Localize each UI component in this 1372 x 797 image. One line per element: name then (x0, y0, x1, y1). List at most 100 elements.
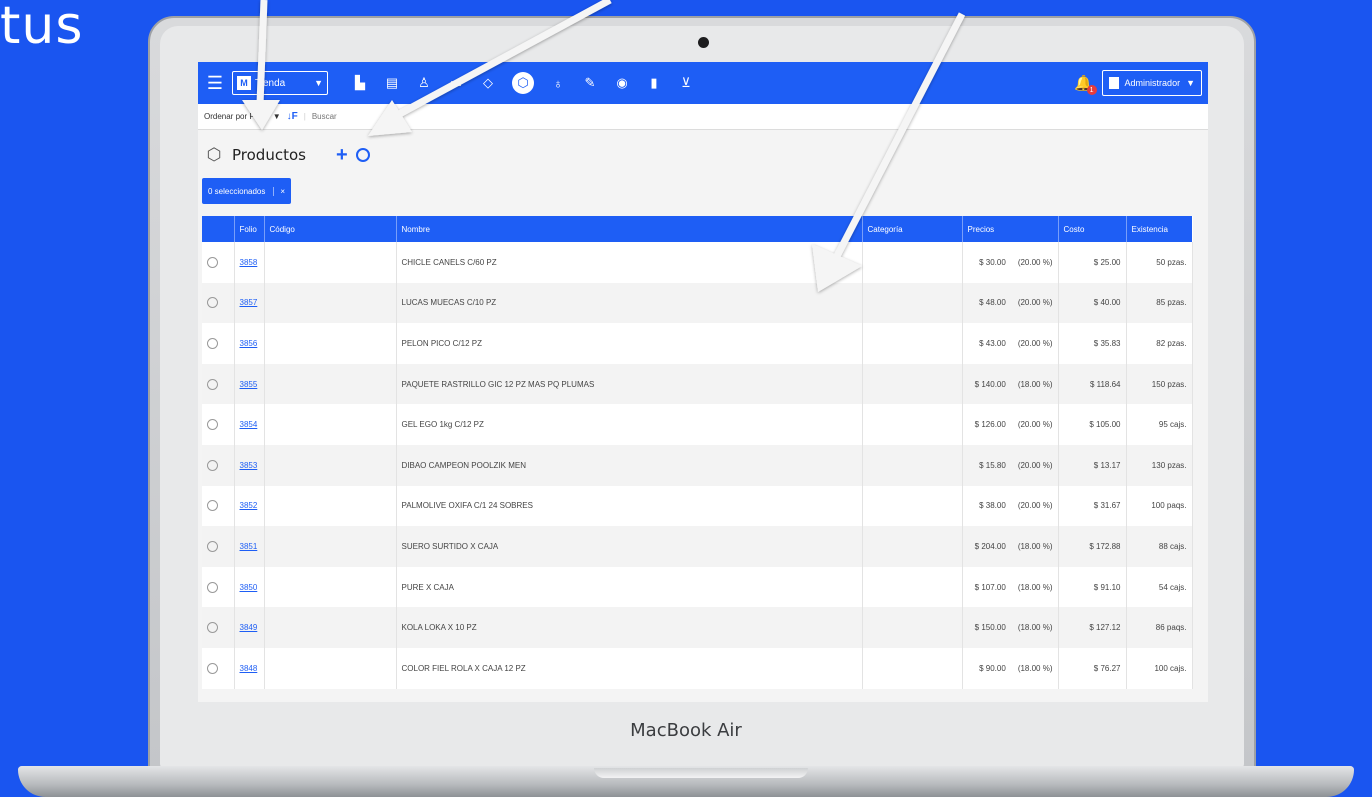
codigo-cell (264, 444, 397, 486)
globe-icon[interactable] (355, 148, 370, 162)
search-input[interactable] (311, 112, 1072, 121)
folio-link[interactable]: 3855 (240, 380, 258, 389)
table-row[interactable]: 3851 SUERO SURTIDO X CAJA $ 204.00 (18.00 %… (202, 526, 1193, 567)
folio-link[interactable]: 3856 (240, 339, 258, 348)
row-select-radio[interactable] (207, 337, 218, 349)
table-row[interactable]: 3852 PALMOLIVE OXIFA C/1 24 SOBRES $ 38.00… (202, 485, 1193, 527)
add-product-button[interactable]: + (336, 144, 348, 167)
folio-link[interactable]: 3849 (240, 623, 258, 632)
nombre-cell: KOLA LOKA X 10 PZ (396, 607, 863, 648)
row-select-radio[interactable] (207, 500, 218, 512)
folio-cell: 3855 (234, 363, 265, 405)
table-row[interactable]: 3855 PAQUETE RASTRILLO GIC 12 PZ MAS PQ P… (202, 363, 1193, 405)
row-select-radio[interactable] (207, 581, 218, 593)
filter-bar: Ordenar por Folio ▼ ↓F | (198, 104, 1208, 130)
folio-link[interactable]: 3851 (240, 542, 258, 551)
nombre-cell: GEL EGO 1kg C/12 PZ (396, 404, 863, 445)
folio-cell: 3848 (234, 647, 265, 689)
row-select-cell (202, 566, 235, 608)
row-select-radio[interactable] (207, 540, 218, 552)
clear-selection-icon[interactable]: × (273, 186, 285, 196)
codigo-cell (264, 566, 397, 608)
laptop-model-label: MacBook Air (630, 720, 742, 741)
folio-link[interactable]: 3853 (240, 461, 258, 470)
laptop-base-notch (594, 768, 808, 778)
bell-icon[interactable]: 🔔 1 (1074, 73, 1097, 95)
folio-link[interactable]: 3852 (240, 501, 258, 510)
column-header-precios[interactable]: Precios (962, 216, 1059, 242)
sort-select[interactable]: Ordenar por Folio (204, 112, 267, 121)
nombre-cell: LUCAS MUECAS C/10 PZ (396, 282, 863, 324)
cart-icon[interactable]: ⊻ (678, 75, 694, 91)
branch-select[interactable]: M Tienda ▼ (232, 71, 328, 95)
row-select-radio[interactable] (207, 256, 218, 268)
table-row[interactable]: 3849 KOLA LOKA X 10 PZ $ 150.00 (18.00 %) $ … (202, 607, 1193, 648)
row-select-cell (202, 323, 235, 364)
hamburger-menu-icon[interactable]: ☰ (204, 72, 226, 94)
corner-heading-fragment: tus (0, 0, 84, 56)
tag-icon[interactable]: ✎ (582, 75, 598, 91)
chevron-down-icon: ▼ (314, 78, 323, 88)
nombre-cell: DIBAO CAMPEON POOLZIK MEN (396, 444, 863, 486)
column-header-existencia[interactable]: Existencia (1126, 216, 1193, 242)
customer-icon[interactable]: ♙ (416, 75, 432, 91)
column-header-folio[interactable]: Folio (234, 216, 265, 242)
products-icon[interactable]: ⬡ (512, 72, 534, 94)
folio-link[interactable]: 3848 (240, 664, 258, 673)
folio-link[interactable]: 3857 (240, 298, 258, 307)
location-icon[interactable]: ◉ (614, 75, 630, 91)
margen-value: (20.00 %) (1017, 257, 1053, 267)
row-select-radio[interactable] (207, 662, 218, 674)
categoria-cell (862, 282, 963, 324)
row-select-cell (202, 404, 235, 445)
table-row[interactable]: 3856 PELON PICO C/12 PZ $ 43.00 (20.00 %) $ … (202, 323, 1193, 364)
folio-cell: 3850 (234, 566, 265, 608)
table-row[interactable]: 3858 CHICLE CANELS C/60 PZ $ 30.00 (20.00 %… (202, 242, 1193, 283)
table-row[interactable]: 3857 LUCAS MUECAS C/10 PZ $ 48.00 (20.00 %)… (202, 282, 1193, 324)
row-select-radio[interactable] (207, 459, 218, 471)
row-select-radio[interactable] (207, 378, 218, 390)
column-header-categoria[interactable]: Categoría (862, 216, 963, 242)
column-header-codigo[interactable]: Código (264, 216, 397, 242)
column-header-nombre[interactable]: Nombre (396, 216, 863, 242)
existencia-cell: 50 pzas. (1126, 242, 1193, 283)
codigo-cell (264, 607, 397, 648)
purchases-icon[interactable]: ◇ (480, 75, 496, 91)
folio-cell: 3851 (234, 526, 265, 567)
sort-direction-icon[interactable]: ↓F (287, 111, 298, 122)
precio-cell: $ 38.00 (20.00 %) (962, 485, 1059, 527)
costo-cell: $ 105.00 (1058, 404, 1127, 445)
categoria-cell (862, 485, 963, 527)
column-header-costo[interactable]: Costo (1058, 216, 1127, 242)
table-row[interactable]: 3853 DIBAO CAMPEON POOLZIK MEN $ 15.80 (20.… (202, 444, 1193, 486)
costo-cell: $ 91.10 (1058, 566, 1127, 608)
basket-icon[interactable]: ♁ (550, 75, 566, 91)
folio-link[interactable]: 3854 (240, 420, 258, 429)
costo-cell: $ 40.00 (1058, 282, 1127, 324)
bottle-icon[interactable]: ▮ (646, 75, 662, 91)
margen-value: (18.00 %) (1017, 582, 1053, 592)
row-select-cell (202, 526, 235, 567)
table-row[interactable]: 3848 COLOR FIEL ROLA X CAJA 12 PZ $ 90.00 (… (202, 647, 1193, 689)
user-menu[interactable]: Administrador ▼ (1101, 70, 1202, 96)
folio-link[interactable]: 3850 (240, 583, 258, 592)
row-select-radio[interactable] (207, 297, 218, 309)
margen-value: (18.00 %) (1017, 663, 1053, 673)
app-screen: ☰ M Tienda ▼ ▙ ▤ ♙ ▭ ◇ ⬡ ♁ ✎ ◉ ▮ ⊻ 🔔 1 Ad… (198, 62, 1208, 702)
row-select-radio[interactable] (207, 419, 218, 431)
table-row[interactable]: 3850 PURE X CAJA $ 107.00 (18.00 %) $ 91.10 5… (202, 566, 1193, 608)
precio-cell: $ 90.00 (18.00 %) (962, 647, 1059, 689)
existencia-cell: 100 cajs. (1126, 647, 1193, 689)
sort-caret-icon[interactable]: ▼ (273, 112, 281, 121)
categoria-cell (862, 607, 963, 648)
cash-register-icon[interactable]: ▤ (384, 75, 400, 91)
selected-count-button[interactable]: 0 seleccionados × (202, 178, 292, 204)
row-select-radio[interactable] (207, 622, 218, 634)
inventory-icon[interactable]: ▭ (448, 75, 464, 91)
branch-logo-icon: M (237, 76, 251, 90)
folio-link[interactable]: 3858 (240, 258, 258, 267)
sales-icon[interactable]: ▙ (352, 75, 368, 91)
table-row[interactable]: 3854 GEL EGO 1kg C/12 PZ $ 126.00 (20.00 %)… (202, 404, 1193, 445)
existencia-cell: 150 pzas. (1126, 363, 1193, 405)
existencia-cell: 100 paqs. (1126, 485, 1193, 527)
